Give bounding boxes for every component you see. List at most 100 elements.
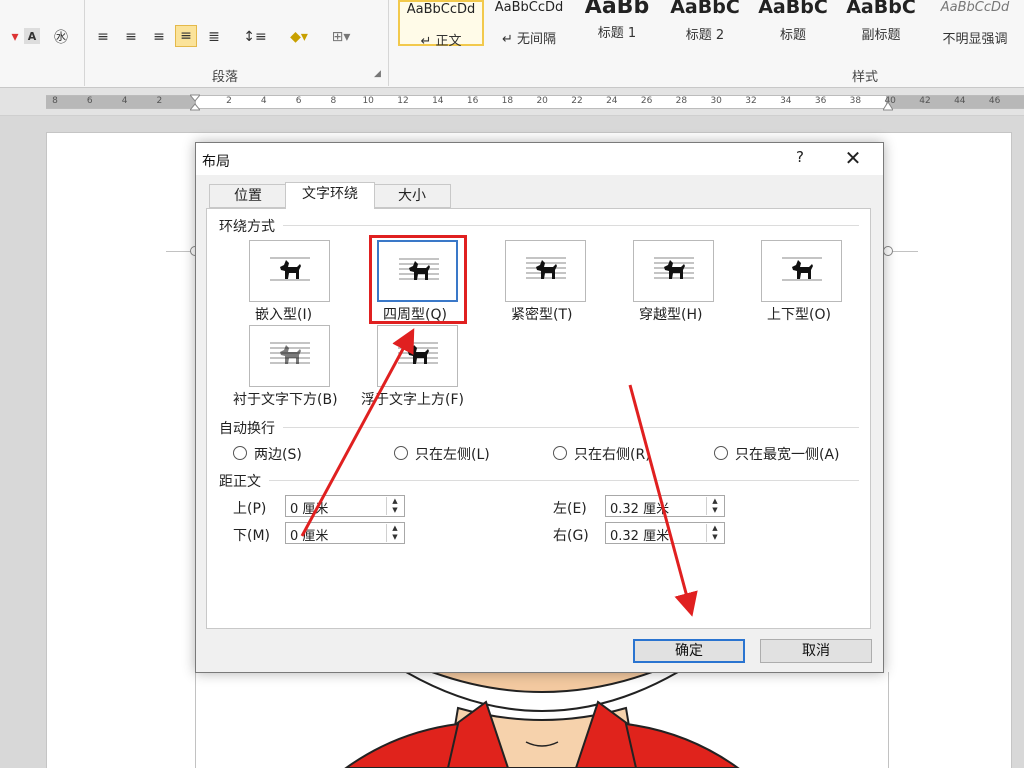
spin-arrows[interactable]: ▲ ▼ [706, 497, 723, 515]
style-name: ↵ 无间隔 [501, 32, 557, 47]
spin-arrows[interactable]: ▲ ▼ [386, 497, 403, 515]
horizontal-ruler[interactable]: 8 6 4 2 2 4 6 8 10 12 14 16 18 20 22 24 26 28 30 32 34 36 38 40… [0, 88, 1024, 116]
tab-text-wrapping[interactable]: 文字环绕 [285, 182, 375, 209]
wrap-tight-option[interactable] [505, 240, 586, 302]
wrap-through-option[interactable] [633, 240, 714, 302]
ruler-tick-label: 14 [432, 96, 444, 106]
wrap-top-bottom-option[interactable] [761, 240, 842, 302]
style-heading-1[interactable]: AaBb 标题 1 [574, 0, 660, 46]
right-distance-value[interactable]: 0.32 厘米 [610, 525, 669, 544]
style-subtitle[interactable]: AaBbC 副标题 [838, 0, 924, 46]
style-name: 标题 2 [685, 28, 725, 43]
ruler-tick-label: 2 [156, 96, 163, 106]
align-right-icon[interactable]: ≡ [148, 26, 170, 48]
ok-button[interactable]: 确定 [633, 639, 745, 663]
bottom-distance-field[interactable]: 0 厘米 ▲ ▼ [285, 522, 405, 544]
wrap-top-bottom-label[interactable]: 上下型(O) [767, 304, 831, 324]
ruler-tick-label: 6 [86, 96, 93, 106]
ruler-tick-label: 30 [710, 96, 722, 106]
ruler-tick-label: 4 [260, 96, 267, 106]
justify-icon[interactable]: ≡ [175, 25, 197, 47]
wrap-in-front-label[interactable]: 浮于文字上方(F) [361, 389, 464, 409]
radio-both-sides[interactable] [233, 446, 247, 460]
cartoon-picture[interactable] [196, 672, 888, 768]
line-spacing-icon[interactable]: ↕≡ [240, 26, 270, 48]
spin-arrows[interactable]: ▲ ▼ [386, 524, 403, 542]
ruler-tick-label: 2 [226, 96, 232, 106]
ruler-tick-label: 22 [571, 96, 583, 106]
ruler-tick-label: 34 [780, 96, 792, 106]
radio-right-only-label[interactable]: 只在右侧(R) [574, 444, 651, 464]
bottom-distance-value[interactable]: 0 厘米 [290, 525, 328, 544]
paragraph-launcher-icon[interactable]: ◢ [374, 69, 381, 79]
cancel-button[interactable]: 取消 [760, 639, 872, 663]
radio-largest-side-label[interactable]: 只在最宽一侧(A) [735, 444, 840, 464]
indent-marker[interactable] [188, 90, 202, 114]
style-preview: AaBbCcDd [406, 2, 476, 17]
radio-left-only[interactable] [394, 446, 408, 460]
dog-icon [408, 345, 429, 364]
margin-line [888, 672, 889, 768]
right-distance-field[interactable]: 0.32 厘米 ▲ ▼ [605, 522, 725, 544]
style-name: 不明显强调 [942, 32, 1008, 47]
ruler-tick-label: 12 [397, 96, 409, 106]
help-button[interactable]: ? [788, 148, 812, 170]
style-preview: AaBbCcDd [940, 0, 1010, 15]
picture-handle[interactable] [883, 246, 893, 256]
style-name: 标题 [779, 28, 806, 43]
align-left-icon[interactable]: ≡ [92, 26, 114, 48]
left-distance-value[interactable]: 0.32 厘米 [610, 498, 669, 517]
enclose-character-icon[interactable]: ㊌ [50, 26, 72, 48]
wrap-through-label[interactable]: 穿越型(H) [639, 304, 702, 324]
align-center-icon[interactable]: ≡ [120, 26, 142, 48]
wrap-inline-label[interactable]: 嵌入型(I) [255, 304, 312, 324]
style-no-spacing[interactable]: AaBbCcDd ↵ 无间隔 [486, 0, 572, 47]
wrap-tight-label[interactable]: 紧密型(T) [511, 304, 572, 324]
dog-icon [280, 345, 301, 364]
ribbon: ▾ A ㊌ ≡ ≡ ≡ ≡ ≣ ↕≡ ◆▾ ⊞▾ 段落 ◢ AaBbCcDd ↵… [0, 0, 1024, 88]
wrap-style-heading: 环绕方式 [219, 219, 275, 235]
left-distance-field[interactable]: 0.32 厘米 ▲ ▼ [605, 495, 725, 517]
ruler-tick-label: 6 [295, 96, 302, 106]
wrap-behind-text-option[interactable] [249, 325, 330, 387]
ruler-tick-label: 38 [849, 96, 862, 106]
ruler-tick-label: 4 [121, 96, 128, 106]
dog-icon [536, 260, 557, 279]
top-distance-field[interactable]: 0 厘米 ▲ ▼ [285, 495, 405, 517]
style-heading-2[interactable]: AaBbC 标题 2 [662, 0, 748, 46]
close-button[interactable]: ✕ [838, 147, 868, 171]
distributed-icon[interactable]: ≣ [203, 26, 225, 48]
font-color-icon[interactable]: ▾ [4, 26, 26, 48]
radio-both-sides-label[interactable]: 两边(S) [254, 444, 302, 464]
borders-icon[interactable]: ⊞▾ [326, 26, 356, 48]
ruler-tick-label: 46 [988, 96, 1001, 106]
distance-heading: 距正文 [219, 474, 261, 490]
shading-icon[interactable]: ◆▾ [284, 26, 314, 48]
style-title[interactable]: AaBbC 标题 [750, 0, 836, 46]
style-name: ↵ 正文 [420, 34, 462, 49]
tab-size[interactable]: 大小 [373, 184, 451, 208]
bottom-distance-label: 下(M) [233, 528, 271, 544]
dog-icon [664, 260, 685, 279]
radio-left-only-label[interactable]: 只在左侧(L) [415, 444, 490, 464]
dialog-titlebar[interactable]: 布局 ? ✕ [196, 143, 883, 175]
top-distance-label: 上(P) [233, 501, 267, 517]
ruler-tick-label: 42 [919, 96, 931, 106]
section-divider [283, 225, 859, 226]
ruler-tick-label: 26 [640, 96, 653, 106]
wrap-behind-text-label[interactable]: 衬于文字下方(B) [233, 389, 338, 409]
tab-position[interactable]: 位置 [209, 184, 287, 208]
radio-right-only[interactable] [553, 446, 567, 460]
style-subtle-emphasis[interactable]: AaBbCcDd 不明显强调 [926, 0, 1024, 47]
spin-arrows[interactable]: ▲ ▼ [706, 524, 723, 542]
ruler-tick-label: 18 [501, 96, 514, 106]
style-normal[interactable]: AaBbCcDd ↵ 正文 [398, 0, 484, 49]
radio-largest-side[interactable] [714, 446, 728, 460]
left-distance-label: 左(E) [553, 501, 587, 517]
top-distance-value[interactable]: 0 厘米 [290, 498, 328, 517]
wrap-inline-option[interactable] [249, 240, 330, 302]
text-highlight-icon[interactable]: A [24, 28, 40, 44]
ruler-tick-label: 28 [675, 96, 688, 106]
wrap-in-front-option[interactable] [377, 325, 458, 387]
right-indent-marker[interactable] [882, 100, 894, 112]
